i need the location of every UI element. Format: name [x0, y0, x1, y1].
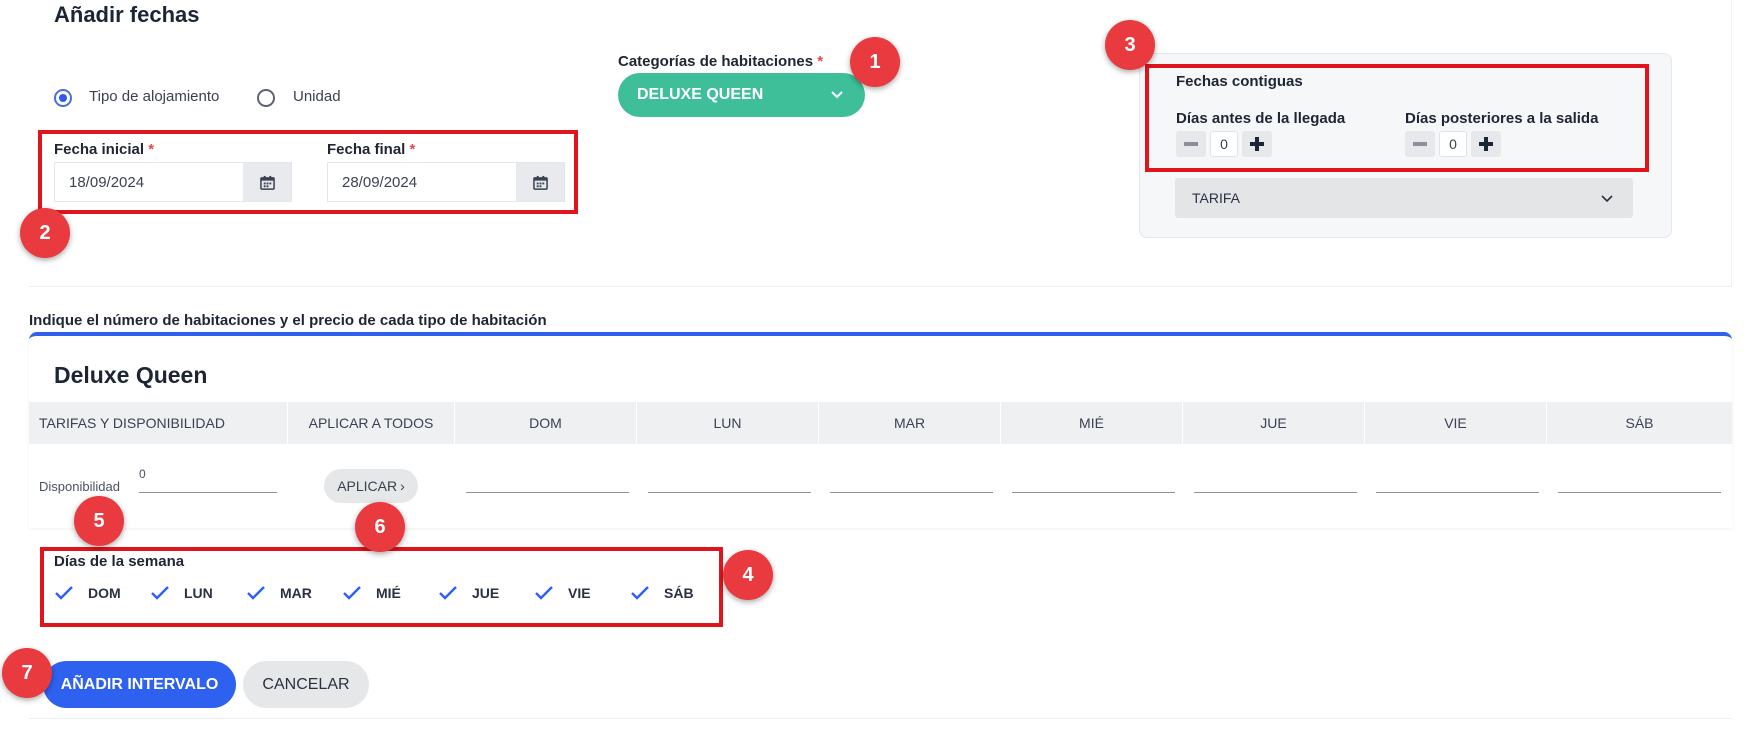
chevron-down-icon: [831, 86, 843, 104]
column-header: SÁB: [1625, 415, 1654, 431]
day-input-vie[interactable]: [1376, 492, 1539, 493]
chevron-down-icon: [1601, 190, 1613, 206]
day-input-mar[interactable]: [830, 492, 993, 493]
room-categories-label: Categorías de habitaciones *: [618, 53, 823, 70]
annotation-badge-7: 7: [2, 648, 52, 698]
apply-all-label: APLICAR: [337, 478, 398, 494]
page-title: Añadir fechas: [54, 2, 200, 27]
radio-accommodation-type-label: Tipo de alojamiento: [89, 88, 220, 105]
annotation-badge-1: 1: [850, 37, 900, 87]
annotation-badge-6: 6: [355, 502, 405, 552]
column-header: VIE: [1365, 402, 1547, 444]
column-header: MIÉ: [1001, 402, 1183, 444]
rooms-instruction: Indique el número de habitaciones y el p…: [29, 312, 547, 329]
radio-unit[interactable]: [257, 89, 275, 107]
annotation-badge-2: 2: [20, 208, 70, 258]
room-categories-label-text: Categorías de habitaciones: [618, 53, 814, 70]
radio-accommodation-type[interactable]: [54, 89, 72, 107]
day-input-dom[interactable]: [466, 492, 629, 493]
availability-input-line[interactable]: [139, 492, 277, 493]
annotation-badge-3: 3: [1105, 20, 1155, 70]
rates-table-header: TARIFAS Y DISPONIBILIDAD APLICAR A TODOS…: [29, 402, 1732, 444]
annotation-badge-4: 4: [723, 550, 773, 600]
radio-unit-label: Unidad: [293, 88, 341, 105]
column-header: JUE: [1183, 402, 1365, 444]
add-interval-button[interactable]: AÑADIR INTERVALO: [43, 661, 236, 708]
annotation-box-contiguous: [1145, 64, 1649, 172]
rate-select-value: TARIFA: [1192, 190, 1240, 206]
column-header: MAR: [819, 402, 1001, 444]
room-category-value: DELUXE QUEEN: [637, 86, 764, 103]
divider: [29, 718, 1732, 719]
day-input-lun[interactable]: [648, 492, 811, 493]
day-input-mie[interactable]: [1012, 492, 1175, 493]
chevron-right-icon: ›: [400, 478, 405, 494]
cancel-button[interactable]: CANCELAR: [243, 661, 369, 708]
apply-all-button[interactable]: APLICAR ›: [324, 469, 418, 503]
column-header: APLICAR A TODOS: [288, 402, 455, 444]
column-header: TARIFAS Y DISPONIBILIDAD: [29, 402, 288, 444]
column-header: LUN: [637, 402, 819, 444]
annotation-box-dates: [38, 130, 578, 214]
day-input-sab[interactable]: [1558, 492, 1721, 493]
rate-select[interactable]: TARIFA: [1175, 178, 1633, 218]
required-mark: *: [817, 53, 824, 70]
day-input-jue[interactable]: [1194, 492, 1357, 493]
column-header: DOM: [455, 402, 637, 444]
availability-value[interactable]: 0: [139, 467, 146, 481]
annotation-box-weekdays: [40, 547, 723, 627]
availability-label: Disponibilidad: [39, 479, 120, 494]
annotation-badge-5: 5: [74, 496, 124, 546]
room-title: Deluxe Queen: [54, 362, 208, 388]
room-category-select[interactable]: DELUXE QUEEN: [618, 73, 865, 117]
